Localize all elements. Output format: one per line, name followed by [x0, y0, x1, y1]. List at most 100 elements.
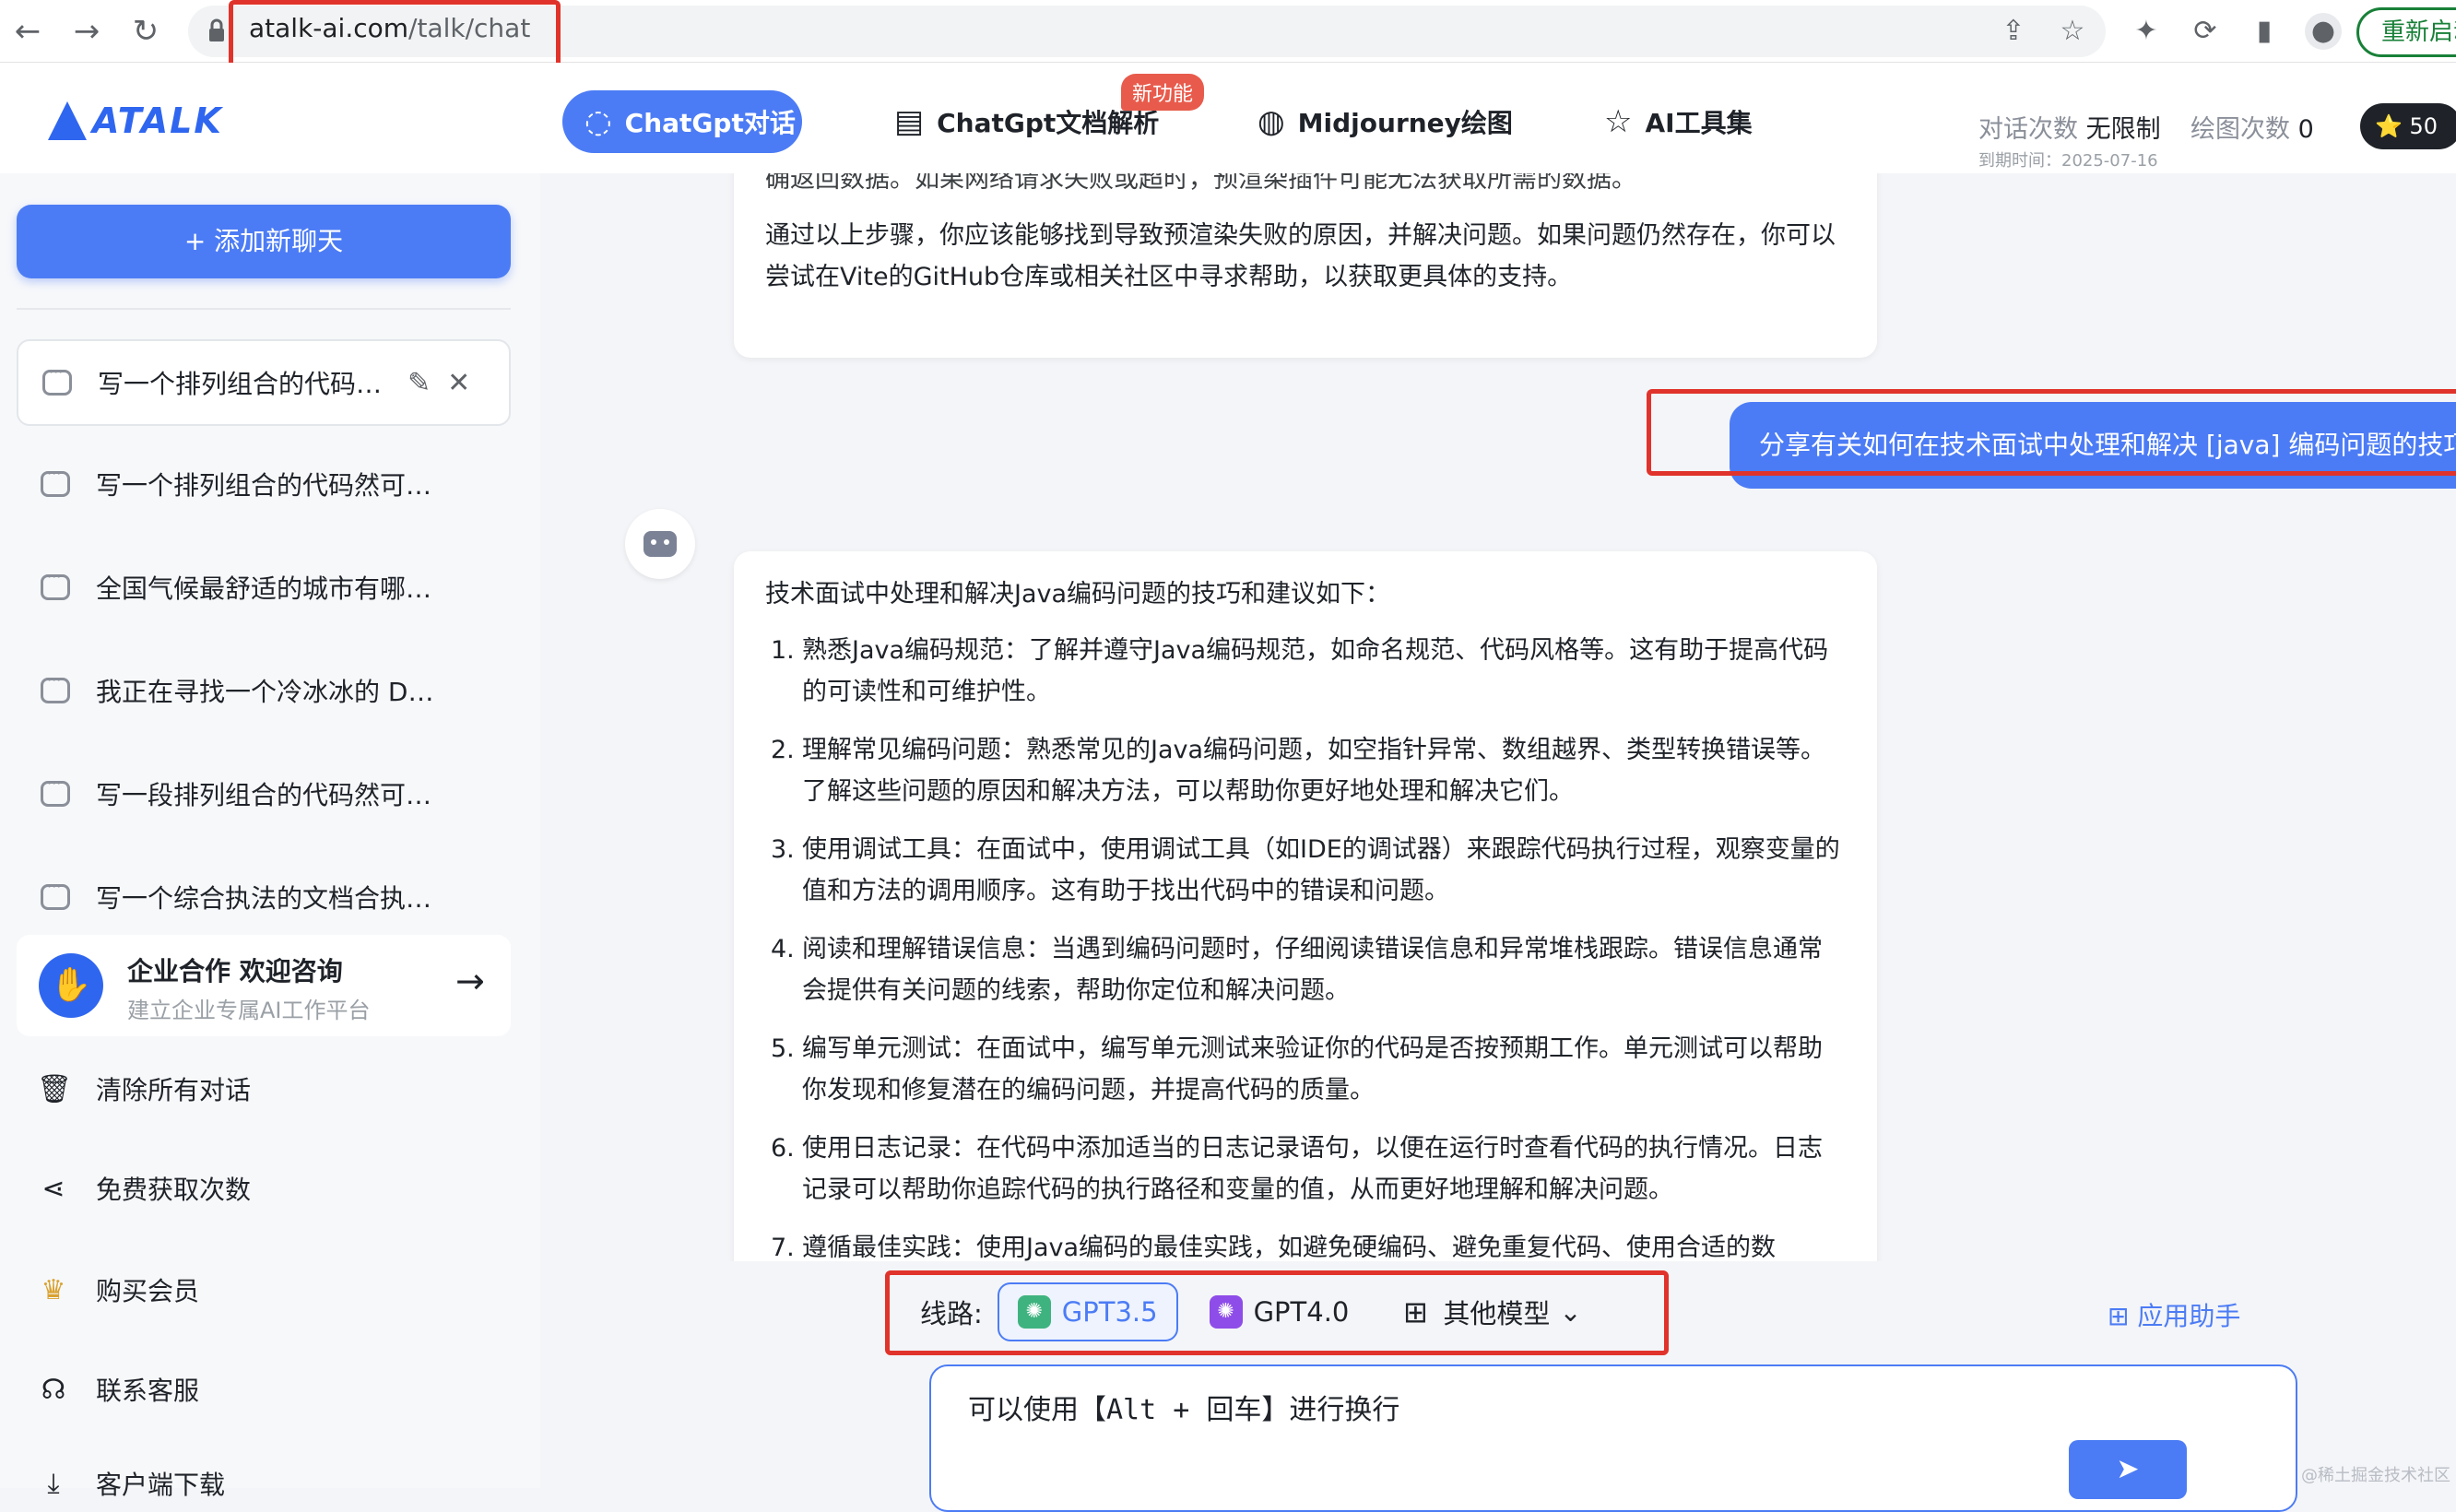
sidebar: + 添加新聊天 写一个排列组合的代码… ✎ ✕ 写一个排列组合的代码然可以！… … [0, 173, 540, 1500]
chat-icon [41, 465, 70, 497]
message-text: 通过以上步骤，你应该能够找到导致预渲染失败的原因，并解决问题。如果问题仍然存在，… [765, 221, 1836, 291]
divider [17, 308, 511, 310]
conversation-item[interactable]: 写一个综合执法的文档合执法是… [17, 854, 511, 940]
chat-quota: 对话次数 无限制 [1978, 109, 2161, 145]
draw-quota-value: 0 [2297, 115, 2314, 144]
answer-list-item: 1. 熟悉Java编码规范：了解并遵守Java编码规范，如命名规范、代码风格等。这… [771, 636, 1829, 706]
conversation-title: 全国气候最舒适的城市有哪些国… [96, 573, 455, 604]
app-helper-link[interactable]: ⊞ 应用助手 [2108, 1296, 2240, 1333]
send-button[interactable]: ➤ [2069, 1440, 2187, 1499]
conversation-item[interactable]: 全国气候最舒适的城市有哪些国… [17, 544, 511, 631]
tab-ai-tools[interactable]: ☆ AI工具集 [1604, 90, 1753, 153]
chat-icon [41, 671, 70, 703]
star-balance-badge[interactable]: ⭐ 50 [2360, 103, 2456, 149]
model-selector-highlight-box [885, 1270, 1669, 1355]
headset-icon: ☊ [41, 1373, 66, 1406]
conversation-item[interactable]: 写一段排列组合的代码然可以！… [17, 750, 511, 837]
promo-subtitle: 建立企业专属AI工作平台 [127, 998, 371, 1023]
conversation-title: 写一个综合执法的文档合执法是… [96, 883, 455, 914]
menu-label: 购买会员 [96, 1276, 200, 1306]
chat-icon [41, 774, 70, 807]
free-credits[interactable]: ⋖ 免费获取次数 [37, 1165, 251, 1211]
sync-icon[interactable]: ⟳ [2187, 13, 2224, 50]
app-header: ATALK ◌ ChatGpt对话 ▤ ChatGpt文档解析 新功能 ◍ Midjo… [0, 63, 2456, 173]
logo-text: ATALK [92, 100, 223, 141]
menu-label: 联系客服 [96, 1376, 200, 1406]
menu-label: 清除所有对话 [96, 1075, 252, 1105]
answer-list-item: 2. 理解常见编码问题：熟悉常见的Java编码问题，如空指针异常、数组越界、类型转… [771, 736, 1826, 806]
conversation-title: 写一个排列组合的代码然可以！… [96, 470, 455, 501]
conversation-title: 写一段排列组合的代码然可以！… [96, 780, 455, 810]
promo-title: 企业合作 欢迎咨询 [127, 956, 343, 986]
conversation-item-active[interactable]: 写一个排列组合的代码… ✎ ✕ [17, 339, 511, 426]
answer-list-item: 5. 编写单元测试：在面试中，编写单元测试来验证你的代码是否按预期工作。单元测试可… [771, 1034, 1823, 1104]
handshake-icon: ✋ [39, 953, 103, 1018]
sidepanel-icon[interactable]: ▮ [2246, 13, 2283, 50]
answer-intro: 技术面试中处理和解决Java编码问题的技巧和建议如下： [765, 580, 1391, 608]
clear-all-conversations[interactable]: 🗑 清除所有对话 [37, 1066, 251, 1112]
chat-quota-value: 无限制 [2085, 115, 2161, 144]
lock-icon [209, 18, 224, 41]
close-icon[interactable]: ✕ [447, 367, 470, 399]
conversation-item[interactable]: 写一个排列组合的代码然可以！… [17, 441, 511, 527]
contact-support[interactable]: ☊ 联系客服 [37, 1366, 199, 1412]
trash-icon: 🗑 [37, 1072, 73, 1105]
assistant-message: 确返回数据。如果网络请求失败或超时，预渲染插件可能无法获取所需的数据。 通过以上… [734, 173, 1877, 358]
buy-membership[interactable]: ♛ 购买会员 [37, 1267, 199, 1313]
share-icon[interactable]: ⇪ [1995, 13, 2032, 50]
menu-label: 免费获取次数 [96, 1175, 252, 1205]
download-icon: ⤓ [47, 1467, 60, 1500]
star-icon: ☆ [1604, 103, 1633, 140]
message-text: 确返回数据。如果网络请求失败或超时，预渲染插件可能无法获取所需的数据。 [765, 173, 1636, 194]
palette-icon: ◍ [1258, 103, 1285, 140]
message-input-box: ➤ [929, 1364, 2297, 1512]
answer-list-item: 6. 使用日志记录：在代码中添加适当的日志记录语句，以便在运行时查看代码的执行情况… [771, 1134, 1823, 1204]
chat-icon [41, 878, 70, 910]
answer-list: 1. 熟悉Java编码规范：了解并遵守Java编码规范，如命名规范、代码风格等。这… [765, 630, 1846, 1269]
bookmark-icon[interactable]: ☆ [2054, 13, 2091, 50]
tab-midjourney[interactable]: ◍ Midjourney绘图 [1258, 90, 1513, 153]
tab-label: Midjourney绘图 [1297, 108, 1513, 138]
logo[interactable]: ATALK [48, 100, 223, 142]
chat-bubble-icon: ◌ [584, 103, 612, 140]
tab-chatgpt-chat[interactable]: ◌ ChatGpt对话 [562, 90, 802, 153]
conversation-title: 我正在寻找一个冷冰冰的 DM 想… [96, 677, 455, 707]
bot-avatar-icon [625, 509, 695, 579]
chat-quota-label: 对话次数 [1978, 115, 2078, 144]
expire-date: 到期时间：2025-07-16 [1978, 151, 2158, 171]
tab-document-parse[interactable]: ▤ ChatGpt文档解析 [894, 90, 1159, 153]
extension-icon[interactable]: ✦ [2128, 13, 2165, 50]
crown-icon: ♛ [41, 1273, 66, 1306]
grid-icon: ⊞ [2108, 1301, 2138, 1331]
draw-quota: 绘图次数 0 [2190, 109, 2314, 145]
share-icon: ⋖ [41, 1172, 65, 1205]
message-input[interactable] [968, 1387, 2167, 1433]
reload-icon[interactable]: ↻ [127, 13, 164, 50]
answer-list-item: 3. 使用调试工具：在面试中，使用调试工具（如IDE的调试器）来跟踪代码执行过程，… [771, 835, 1840, 905]
watermark: @稀土掘金技术社区 [2301, 1466, 2450, 1485]
logo-mark-icon [48, 101, 87, 140]
enterprise-promo-card[interactable]: ✋ 企业合作 欢迎咨询 建立企业专属AI工作平台 → [17, 935, 511, 1036]
conversation-title: 写一个排列组合的代码… [98, 369, 383, 399]
menu-label: 客户端下载 [96, 1470, 226, 1500]
edit-icon[interactable]: ✎ [407, 367, 431, 399]
chat-icon [42, 363, 72, 396]
user-message-highlight-box [1647, 389, 2456, 476]
restart-button[interactable]: 重新启动 [2356, 7, 2456, 57]
conversation-item[interactable]: 我正在寻找一个冷冰冰的 DM 想… [17, 647, 511, 734]
add-chat-button[interactable]: + 添加新聊天 [17, 205, 511, 278]
tab-label: ChatGpt对话 [624, 108, 796, 138]
arrow-right-icon: → [455, 961, 485, 1001]
back-icon[interactable]: ← [9, 13, 46, 50]
draw-quota-label: 绘图次数 [2190, 115, 2290, 144]
profile-icon[interactable]: ● [2305, 13, 2342, 50]
tab-label: AI工具集 [1645, 108, 1753, 138]
chat-icon [41, 568, 70, 600]
client-download[interactable]: ⤓ 客户端下载 [37, 1460, 225, 1506]
app-helper-label: 应用助手 [2137, 1301, 2241, 1331]
composer: 线路: ✺GPT3.5 ✺GPT4.0 ⊞其他模型⌄ ⊞ 应用助手 ➤ [540, 1261, 2456, 1512]
forward-icon[interactable]: → [68, 13, 105, 50]
new-feature-badge: 新功能 [1121, 74, 1205, 111]
pdf-icon: ▤ [894, 103, 925, 140]
answer-list-item: 4. 阅读和理解错误信息：当遇到编码问题时，仔细阅读错误信息和异常堆栈跟踪。错误信… [771, 935, 1823, 1005]
